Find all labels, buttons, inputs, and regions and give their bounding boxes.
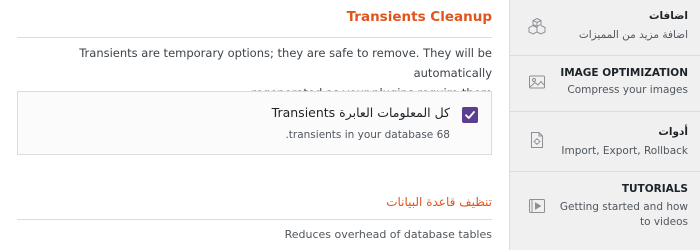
sidebar-item-subtitle: Compress your images — [567, 84, 688, 96]
tools-file-icon — [528, 131, 546, 149]
divider — [17, 219, 492, 220]
divider — [17, 37, 492, 38]
section-title-database-cleanup: تنظيف قاعدة البيانات — [386, 195, 492, 209]
description-line-1: Transients are temporary options; they a… — [79, 46, 492, 80]
sidebar-item-title: اضافات — [648, 10, 688, 22]
sidebar-item-addons[interactable]: اضافات اضافة مزيد من المميزات — [510, 0, 700, 56]
play-video-icon — [528, 197, 546, 215]
sidebar-item-title: TUTORIALS — [621, 183, 688, 195]
transients-option-card[interactable]: كل المعلومات العابرة Transients 68 trans… — [17, 91, 492, 155]
sidebar-item-image-optimization[interactable]: IMAGE OPTIMIZATION Compress your images — [510, 56, 700, 112]
sidebar: اضافات اضافة مزيد من المميزات IMAGE OPTI… — [509, 0, 700, 250]
transients-checkbox-label[interactable]: كل المعلومات العابرة Transients — [272, 105, 450, 120]
sidebar-item-tools[interactable]: أدوات Import, Export, Rollback — [510, 112, 700, 172]
main-content: Transients Cleanup Transients are tempor… — [0, 0, 509, 250]
image-icon — [528, 73, 546, 91]
database-description: Reduces overhead of database tables — [284, 228, 492, 241]
sidebar-item-subtitle: اضافة مزيد من المميزات — [578, 29, 688, 41]
transients-count: 68 transients in your database. — [285, 129, 450, 141]
sidebar-item-tutorials[interactable]: TUTORIALS Getting started and how to vid… — [510, 172, 700, 250]
transients-checkbox[interactable] — [462, 107, 478, 123]
section-title-transients: Transients Cleanup — [346, 9, 492, 25]
sidebar-item-title: أدوات — [658, 126, 688, 138]
sidebar-item-subtitle: Getting started and how to videos — [559, 201, 688, 228]
sidebar-item-subtitle: Import, Export, Rollback — [561, 145, 688, 157]
sidebar-item-title: IMAGE OPTIMIZATION — [560, 67, 688, 79]
boxes-icon — [528, 17, 546, 35]
checkmark-icon — [465, 111, 475, 119]
